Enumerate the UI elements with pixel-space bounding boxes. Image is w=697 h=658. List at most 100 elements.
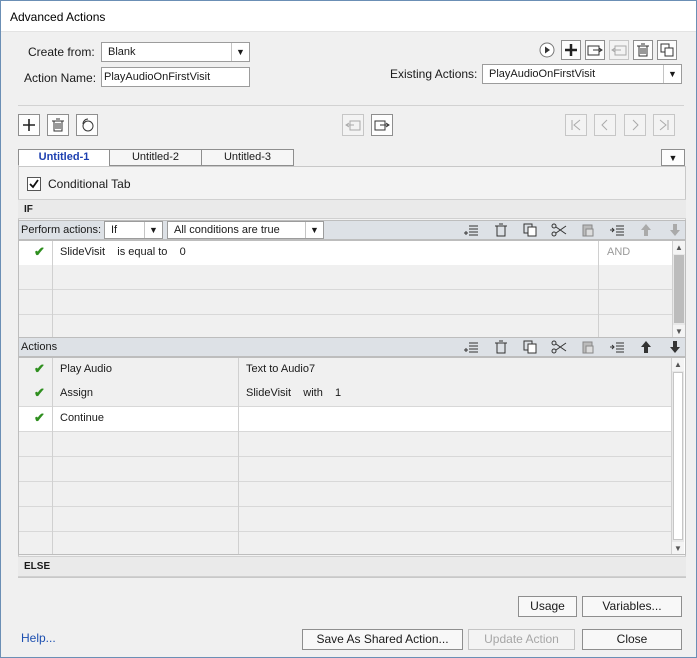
conditions-toolbar: Perform actions: If ▼ All conditions are… <box>18 220 686 240</box>
action-row-empty[interactable] <box>19 532 671 554</box>
update-action-button[interactable]: Update Action <box>468 629 575 650</box>
conditions-value: All conditions are true <box>174 224 280 236</box>
insert-row-icon[interactable] <box>462 221 480 239</box>
move-up-icon[interactable] <box>637 338 655 356</box>
chevron-down-icon: ▼ <box>144 222 162 238</box>
insert-below-icon[interactable] <box>608 221 626 239</box>
move-up-icon[interactable] <box>637 221 655 239</box>
delete-row-icon[interactable] <box>492 221 510 239</box>
scroll-down-icon[interactable]: ▼ <box>672 542 684 554</box>
duplicate-decision-icon[interactable] <box>76 114 98 136</box>
condition-row-empty[interactable] <box>19 315 672 337</box>
else-section-header[interactable]: ELSE <box>18 556 686 577</box>
chevron-down-icon: ▼ <box>663 65 681 83</box>
condition-row-empty[interactable] <box>19 265 672 290</box>
check-icon: ✔ <box>34 361 45 376</box>
condition-row-empty[interactable] <box>19 290 672 315</box>
insert-below-icon[interactable] <box>608 338 626 356</box>
usage-button[interactable]: Usage <box>518 596 577 617</box>
tab-untitled-3[interactable]: Untitled-3 <box>201 149 294 166</box>
move-down-icon[interactable] <box>666 221 684 239</box>
delete-decision-icon[interactable] <box>47 114 69 136</box>
chevron-down-icon: ▼ <box>305 222 323 238</box>
paste-row-icon[interactable] <box>579 221 597 239</box>
action-name-input[interactable]: PlayAudioOnFirstVisit <box>101 67 250 87</box>
scroll-up-icon[interactable]: ▲ <box>673 241 685 254</box>
tab-list-dropdown[interactable]: ▼ <box>661 149 685 166</box>
tab-label: Untitled-2 <box>131 151 180 163</box>
duplicate-action-icon[interactable] <box>657 40 677 60</box>
conditions-grid: ✔ SlideVisit is equal to 0 AND ▲ ▼ <box>18 240 686 338</box>
paste-row-icon[interactable] <box>579 338 597 356</box>
variables-button[interactable]: Variables... <box>582 596 682 617</box>
conditions-dropdown[interactable]: All conditions are true ▼ <box>167 221 324 239</box>
action-name: Continue <box>60 412 105 424</box>
copy-row-icon[interactable] <box>521 221 539 239</box>
move-right-icon[interactable] <box>371 114 393 136</box>
insert-row-icon[interactable] <box>462 338 480 356</box>
check-icon: ✔ <box>34 244 45 259</box>
action-name-value: PlayAudioOnFirstVisit <box>104 71 211 83</box>
scroll-thumb[interactable] <box>673 372 683 540</box>
previous-tab-icon[interactable] <box>594 114 616 136</box>
tab-untitled-1[interactable]: Untitled-1 <box>18 149 110 166</box>
perform-type-dropdown[interactable]: If ▼ <box>104 221 163 239</box>
conditional-tab-label: Conditional Tab <box>48 177 131 191</box>
add-decision-icon[interactable] <box>18 114 40 136</box>
tab-untitled-2[interactable]: Untitled-2 <box>109 149 202 166</box>
column-divider <box>52 358 53 554</box>
help-link[interactable]: Help... <box>21 631 56 645</box>
move-left-icon[interactable] <box>342 114 364 136</box>
action-name: Play Audio <box>60 363 112 375</box>
action-row-empty[interactable] <box>19 432 671 457</box>
column-divider <box>238 358 239 554</box>
existing-actions-value: PlayAudioOnFirstVisit <box>489 68 596 80</box>
action-target: Text to Audio7 <box>246 363 316 375</box>
conditions-scrollbar[interactable]: ▲ ▼ <box>672 241 685 337</box>
first-tab-icon[interactable] <box>565 114 587 136</box>
delete-action-icon[interactable] <box>633 40 653 60</box>
preview-play-icon[interactable] <box>538 41 556 59</box>
close-button[interactable]: Close <box>582 629 682 650</box>
move-down-icon[interactable] <box>666 338 684 356</box>
import-action-icon[interactable] <box>585 40 605 60</box>
actions-label: Actions <box>21 341 58 353</box>
condition-operator: is equal to <box>117 246 168 258</box>
last-tab-icon[interactable] <box>653 114 675 136</box>
action-name: Assign <box>60 387 94 399</box>
cut-row-icon[interactable] <box>550 338 568 356</box>
action-row-empty[interactable] <box>19 482 671 507</box>
cut-row-icon[interactable] <box>550 221 568 239</box>
scroll-thumb[interactable] <box>674 255 684 323</box>
delete-row-icon[interactable] <box>492 338 510 356</box>
action-name-label: Action Name: <box>24 71 97 85</box>
add-action-icon[interactable] <box>561 40 581 60</box>
export-action-icon[interactable] <box>609 40 629 60</box>
column-divider <box>52 241 53 337</box>
action-row[interactable]: ✔ Continue <box>19 407 671 432</box>
scroll-up-icon[interactable]: ▲ <box>672 358 684 371</box>
if-section-header: IF <box>18 199 686 219</box>
action-row[interactable]: ✔ Assign SlideVisit with 1 <box>19 382 671 407</box>
actions-scrollbar[interactable]: ▲ ▼ <box>671 358 684 554</box>
divider <box>18 105 684 106</box>
conditional-tab-checkbox[interactable] <box>27 177 41 191</box>
check-icon <box>29 179 39 189</box>
copy-row-icon[interactable] <box>521 338 539 356</box>
existing-actions-dropdown[interactable]: PlayAudioOnFirstVisit ▼ <box>482 64 682 84</box>
action-row-empty[interactable] <box>19 507 671 532</box>
tab-label: Untitled-3 <box>223 151 272 163</box>
create-from-label: Create from: <box>28 45 95 59</box>
next-tab-icon[interactable] <box>624 114 646 136</box>
create-from-dropdown[interactable]: Blank ▼ <box>101 42 250 62</box>
check-icon: ✔ <box>34 385 45 400</box>
save-as-shared-action-button[interactable]: Save As Shared Action... <box>302 629 463 650</box>
actions-grid: ✔ Play Audio Text to Audio7 ✔ Assign Sli… <box>18 357 686 555</box>
action-row[interactable]: ✔ Play Audio Text to Audio7 <box>19 358 671 383</box>
existing-actions-label: Existing Actions: <box>390 67 478 81</box>
create-from-value: Blank <box>108 46 136 58</box>
action-row-empty[interactable] <box>19 457 671 482</box>
check-icon: ✔ <box>34 410 45 425</box>
condition-variable: SlideVisit <box>60 246 106 258</box>
condition-row[interactable]: ✔ SlideVisit is equal to 0 AND <box>19 241 672 266</box>
